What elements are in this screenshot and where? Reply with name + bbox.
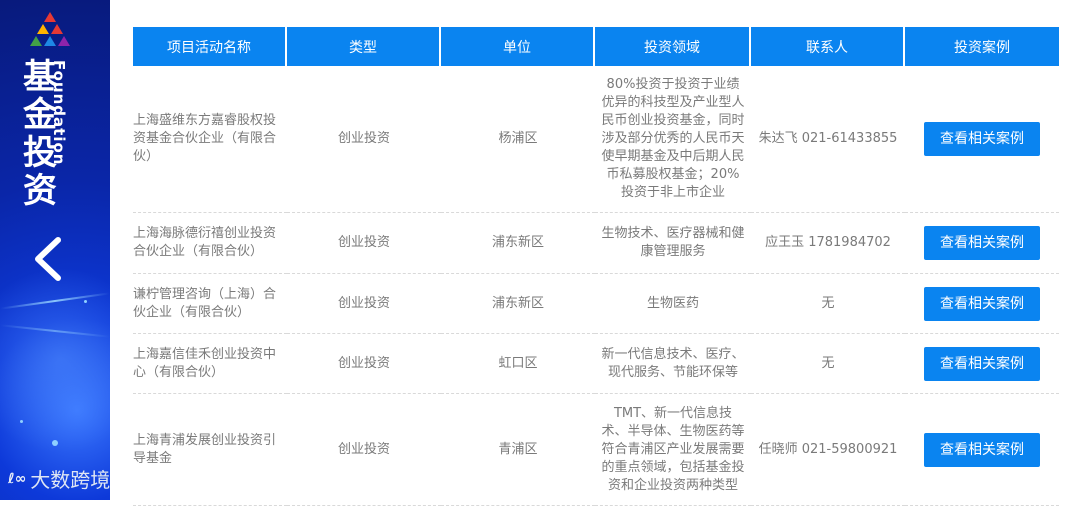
contact-cell: 无 <box>751 334 905 394</box>
type-cell: 创业投资 <box>287 334 441 394</box>
sparkle <box>84 300 87 303</box>
project-name-cell: 上海盛维东方嘉睿股权投资基金合伙企业（有限合伙） <box>133 66 287 213</box>
type-cell: 创业投资 <box>287 274 441 334</box>
investment-table: 项目活动名称 类型 单位 投资领域 联系人 投资案例 上海盛维东方嘉睿股权投资基… <box>133 27 1059 506</box>
view-cases-button[interactable]: 查看相关案例 <box>924 286 1040 321</box>
back-arrow-icon[interactable] <box>28 236 68 282</box>
contact-cell: 任晓师 021-59800921 <box>751 394 905 506</box>
table-row: 上海盛维东方嘉睿股权投资基金合伙企业（有限合伙） 创业投资 杨浦区 80%投资于… <box>133 66 1059 213</box>
unit-cell: 浦东新区 <box>441 274 595 334</box>
cases-cell: 查看相关案例 <box>905 66 1059 213</box>
sidebar-subtitle: Foundation <box>50 60 68 166</box>
column-header-contact: 联系人 <box>751 27 905 66</box>
sidebar: 基金投资 Foundation <box>0 0 110 500</box>
cases-cell: 查看相关案例 <box>905 334 1059 394</box>
cases-cell: 查看相关案例 <box>905 213 1059 274</box>
column-header-name: 项目活动名称 <box>133 27 287 66</box>
sparkle <box>52 440 58 446</box>
unit-cell: 浦东新区 <box>441 213 595 274</box>
type-cell: 创业投资 <box>287 394 441 506</box>
view-cases-button[interactable]: 查看相关案例 <box>924 432 1040 467</box>
project-name-cell: 谦柠管理咨询（上海）合伙企业（有限合伙） <box>133 274 287 334</box>
type-cell: 创业投资 <box>287 66 441 213</box>
watermark: ℓ∞ 大数跨境 <box>8 464 110 493</box>
unit-cell: 杨浦区 <box>441 66 595 213</box>
table-row: 上海嘉信佳禾创业投资中心（有限合伙） 创业投资 虹口区 新一代信息技术、医疗、现… <box>133 334 1059 394</box>
field-cell: 新一代信息技术、医疗、现代服务、节能环保等 <box>595 334 751 394</box>
table-row: 上海青浦发展创业投资引导基金 创业投资 青浦区 TMT、新一代信息技术、半导体、… <box>133 394 1059 506</box>
view-cases-button[interactable]: 查看相关案例 <box>924 122 1040 156</box>
cases-cell: 查看相关案例 <box>905 394 1059 506</box>
foundation-logo-icon <box>30 12 70 46</box>
unit-cell: 青浦区 <box>441 394 595 506</box>
sidebar-glow <box>0 260 110 460</box>
project-name-cell: 上海嘉信佳禾创业投资中心（有限合伙） <box>133 334 287 394</box>
view-cases-button[interactable]: 查看相关案例 <box>924 346 1040 381</box>
watermark-logo-icon: ℓ∞ <box>8 470 27 487</box>
field-cell: 80%投资于投资于业绩优异的科技型及产业型人民币创业投资基金，同时涉及部分优秀的… <box>595 66 751 213</box>
field-cell: 生物技术、医疗器械和健康管理服务 <box>595 213 751 274</box>
column-header-field: 投资领域 <box>595 27 751 66</box>
field-cell: 生物医药 <box>595 274 751 334</box>
view-cases-button[interactable]: 查看相关案例 <box>924 226 1040 260</box>
sparkle <box>20 420 23 423</box>
unit-cell: 虹口区 <box>441 334 595 394</box>
column-header-unit: 单位 <box>441 27 595 66</box>
contact-cell: 无 <box>751 274 905 334</box>
watermark-text: 大数跨境 <box>30 468 111 492</box>
contact-cell: 朱达飞 021-61433855 <box>751 66 905 213</box>
field-cell: TMT、新一代信息技术、半导体、生物医药等符合青浦区产业发展需要的重点领域，包括… <box>595 394 751 506</box>
cases-cell: 查看相关案例 <box>905 274 1059 334</box>
table-row: 谦柠管理咨询（上海）合伙企业（有限合伙） 创业投资 浦东新区 生物医药 无 查看… <box>133 274 1059 334</box>
table-row: 上海海脉德衍禧创业投资合伙企业（有限合伙） 创业投资 浦东新区 生物技术、医疗器… <box>133 213 1059 274</box>
column-header-type: 类型 <box>287 27 441 66</box>
column-header-cases: 投资案例 <box>905 27 1059 66</box>
contact-cell: 应王玉 1781984702 <box>751 213 905 274</box>
type-cell: 创业投资 <box>287 213 441 274</box>
project-name-cell: 上海青浦发展创业投资引导基金 <box>133 394 287 506</box>
table-header-row: 项目活动名称 类型 单位 投资领域 联系人 投资案例 <box>133 27 1059 66</box>
project-name-cell: 上海海脉德衍禧创业投资合伙企业（有限合伙） <box>133 213 287 274</box>
